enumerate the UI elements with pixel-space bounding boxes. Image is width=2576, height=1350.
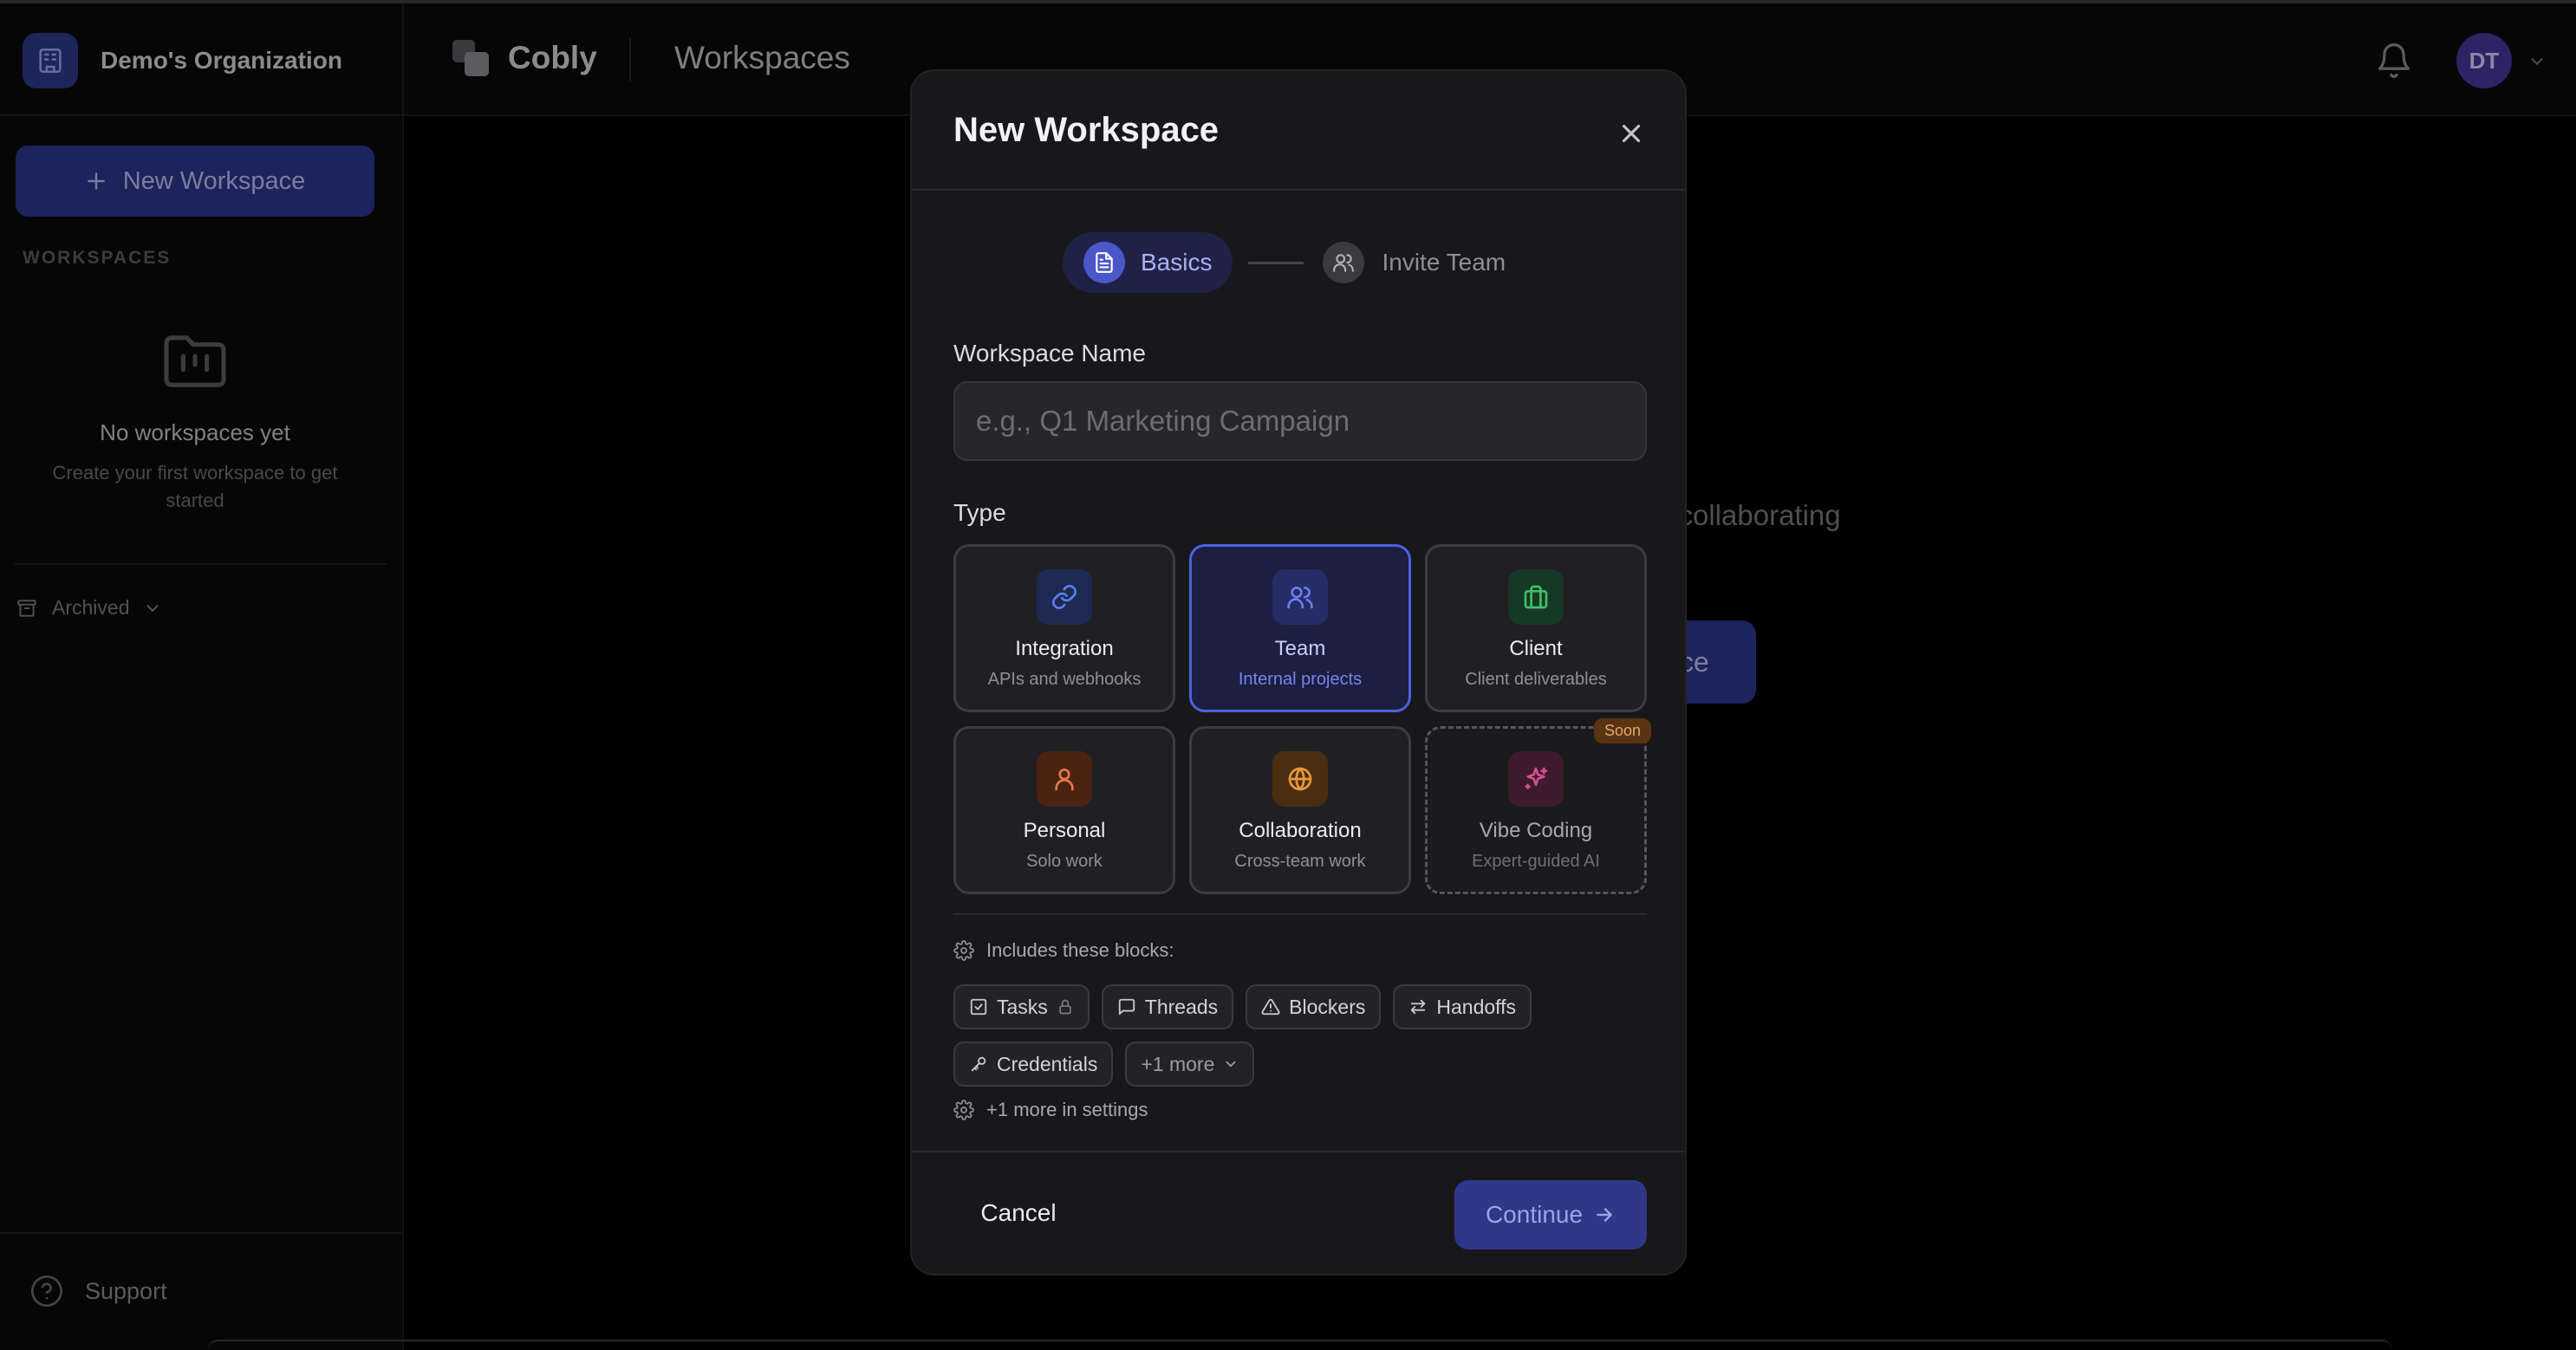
type-desc: Expert-guided AI bbox=[1472, 852, 1600, 871]
checkbox-icon bbox=[970, 998, 987, 1016]
type-name: Client bbox=[1509, 637, 1563, 660]
close-icon bbox=[1622, 124, 1641, 143]
gear-icon bbox=[953, 940, 974, 961]
close-button[interactable] bbox=[1612, 114, 1650, 153]
key-icon bbox=[971, 1056, 986, 1072]
chip-label: Threads bbox=[1144, 995, 1219, 1018]
block-chip-credentials[interactable]: Credentials bbox=[953, 1042, 1114, 1087]
type-card-vibe-coding[interactable]: Soon Vibe Coding Expert-guided AI bbox=[1425, 718, 1651, 894]
step-connector bbox=[1248, 261, 1304, 264]
continue-label: Continue bbox=[1485, 1201, 1584, 1228]
chevron-down-icon bbox=[1226, 1061, 1236, 1068]
type-desc: Cross-team work bbox=[1234, 852, 1366, 871]
blocks-chips: Tasks Threads Blockers Handoffs Credenti… bbox=[953, 984, 1647, 1087]
type-label: Type bbox=[953, 499, 1006, 526]
bottom-edge bbox=[208, 1340, 2392, 1350]
chip-label: Handoffs bbox=[1436, 995, 1517, 1018]
sparkles-icon bbox=[1508, 751, 1564, 807]
type-name: Team bbox=[1274, 637, 1326, 660]
workspace-name-label: Workspace Name bbox=[953, 340, 1147, 367]
chip-label: Blockers bbox=[1289, 995, 1366, 1018]
more-blocks-label: +1 more bbox=[1141, 1052, 1215, 1075]
workspace-name-input[interactable] bbox=[953, 381, 1647, 461]
divider bbox=[912, 189, 1685, 191]
lock-icon bbox=[1059, 999, 1071, 1015]
gear-icon bbox=[953, 1100, 974, 1120]
soon-badge: Soon bbox=[1593, 718, 1651, 743]
cancel-button[interactable]: Cancel bbox=[953, 1180, 1083, 1246]
globe-icon bbox=[1272, 751, 1328, 807]
type-name: Personal bbox=[1023, 819, 1106, 842]
continue-button[interactable]: Continue bbox=[1454, 1180, 1647, 1249]
more-blocks-toggle[interactable]: +1 more bbox=[1125, 1042, 1255, 1087]
more-in-settings: +1 more in settings bbox=[953, 1099, 1148, 1121]
users-icon bbox=[1272, 569, 1328, 625]
user-icon bbox=[1037, 751, 1092, 807]
more-settings-text: +1 more in settings bbox=[986, 1099, 1148, 1120]
block-chip-threads[interactable]: Threads bbox=[1101, 984, 1234, 1029]
chip-label: Tasks bbox=[997, 995, 1048, 1018]
blocks-heading-text: Includes these blocks: bbox=[986, 939, 1174, 961]
step-basics[interactable]: Basics bbox=[1063, 232, 1233, 293]
chip-label: Credentials bbox=[997, 1052, 1098, 1075]
block-chip-tasks[interactable]: Tasks bbox=[953, 984, 1090, 1029]
type-desc: Internal projects bbox=[1238, 670, 1363, 689]
stepper: Basics Invite Team bbox=[1063, 232, 1506, 293]
type-card-personal[interactable]: Personal Solo work bbox=[953, 726, 1175, 894]
step-invite-team[interactable]: Invite Team bbox=[1323, 242, 1506, 283]
type-name: Collaboration bbox=[1239, 819, 1362, 842]
block-chip-blockers[interactable]: Blockers bbox=[1246, 984, 1382, 1029]
link-icon bbox=[1037, 569, 1092, 625]
step-invite-label: Invite Team bbox=[1382, 249, 1506, 276]
arrow-right-icon bbox=[1597, 1208, 1612, 1222]
modal-title: New Workspace bbox=[953, 111, 1220, 149]
users-icon bbox=[1323, 242, 1365, 283]
type-card-collaboration[interactable]: Collaboration Cross-team work bbox=[1189, 726, 1411, 894]
message-icon bbox=[1118, 998, 1135, 1016]
type-desc: Client deliverables bbox=[1465, 670, 1607, 689]
type-card-team[interactable]: Team Internal projects bbox=[1189, 544, 1411, 712]
type-grid: Integration APIs and webhooks Team Inter… bbox=[953, 544, 1651, 894]
blocks-heading: Includes these blocks: bbox=[953, 939, 1174, 962]
block-chip-handoffs[interactable]: Handoffs bbox=[1393, 984, 1532, 1029]
step-basics-label: Basics bbox=[1141, 249, 1213, 276]
type-desc: Solo work bbox=[1026, 852, 1103, 871]
briefcase-icon bbox=[1508, 569, 1564, 625]
new-workspace-modal: New Workspace Basics Invite Team Workspa… bbox=[910, 69, 1687, 1275]
type-name: Integration bbox=[1015, 637, 1114, 660]
divider bbox=[953, 913, 1647, 915]
divider bbox=[912, 1151, 1685, 1152]
document-icon bbox=[1083, 242, 1125, 283]
type-card-client[interactable]: Client Client deliverables bbox=[1425, 544, 1647, 712]
type-card-integration[interactable]: Integration APIs and webhooks bbox=[953, 544, 1175, 712]
type-name: Vibe Coding bbox=[1479, 819, 1593, 842]
arrows-swap-icon bbox=[1411, 999, 1426, 1015]
type-desc: APIs and webhooks bbox=[987, 670, 1142, 689]
alert-triangle-icon bbox=[1261, 998, 1280, 1016]
